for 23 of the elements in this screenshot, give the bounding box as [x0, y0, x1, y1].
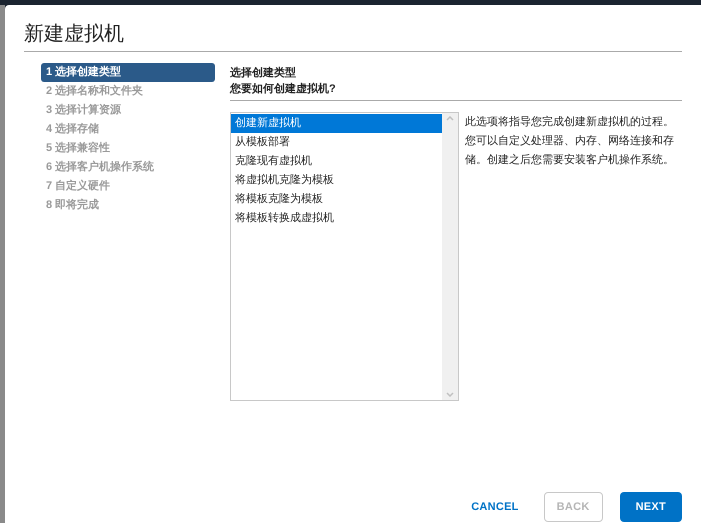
list-item[interactable]: 从模板部署 — [231, 133, 442, 152]
wizard-step[interactable]: 4 选择存储 — [41, 120, 215, 139]
scrollbar[interactable] — [442, 113, 458, 400]
cancel-button[interactable]: CANCEL — [463, 492, 527, 522]
list-item[interactable]: 将模板转换成虚拟机 — [231, 209, 442, 228]
wizard-step[interactable]: 3 选择计算资源 — [41, 101, 215, 120]
wizard-step[interactable]: 2 选择名称和文件夹 — [41, 82, 215, 101]
list-item[interactable]: 克隆现有虚拟机 — [231, 152, 442, 171]
wizard-step[interactable]: 8 即将完成 — [41, 196, 215, 215]
list-item[interactable]: 将模板克隆为模板 — [231, 190, 442, 209]
wizard-step[interactable]: 1 选择创建类型 — [41, 63, 215, 82]
section-question: 您要如何创建虚拟机? — [230, 82, 337, 97]
list-item[interactable]: 将虚拟机克隆为模板 — [231, 171, 442, 190]
section-title: 选择创建类型 — [230, 66, 297, 81]
dialog-title: 新建虚拟机 — [24, 22, 125, 47]
scroll-up-icon[interactable] — [446, 116, 454, 121]
wizard-step[interactable]: 7 自定义硬件 — [41, 177, 215, 196]
wizard-step[interactable]: 5 选择兼容性 — [41, 139, 215, 158]
wizard-step[interactable]: 6 选择客户机操作系统 — [41, 158, 215, 177]
next-button[interactable]: NEXT — [620, 492, 682, 522]
list-item[interactable]: 创建新虚拟机 — [231, 114, 442, 133]
scroll-down-icon[interactable] — [446, 392, 454, 397]
description-text: 此选项将指导您完成创建新虚拟机的过程。您可以自定义处理器、内存、网络连接和存储。创建之后您需要安装客户机操作系统。 — [465, 114, 675, 168]
